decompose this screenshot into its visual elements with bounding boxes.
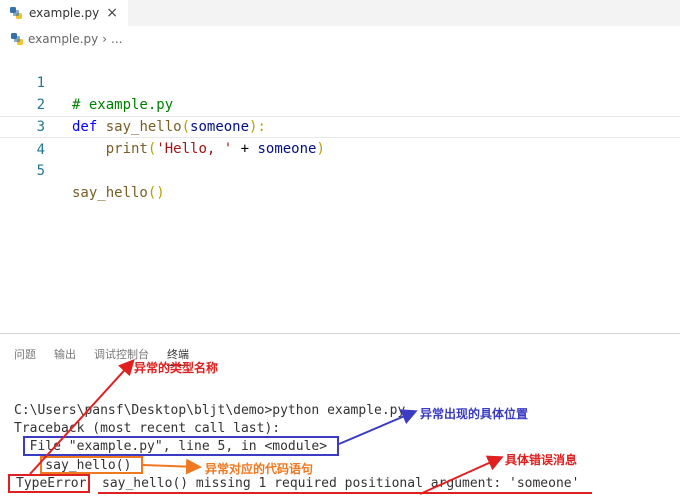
annotation-location: 异常出现的具体位置	[420, 407, 529, 421]
location-arrow	[338, 409, 418, 445]
error-type-arrow	[29, 359, 135, 475]
annotation-code: 异常对应的代码语句	[205, 462, 314, 476]
annotation-error-type: 异常的类型名称	[134, 361, 219, 375]
code-arrow	[142, 458, 202, 475]
annotation-message: 具体错误消息	[505, 453, 578, 467]
message-arrow	[419, 455, 504, 495]
annotation-arrows	[29, 359, 504, 495]
